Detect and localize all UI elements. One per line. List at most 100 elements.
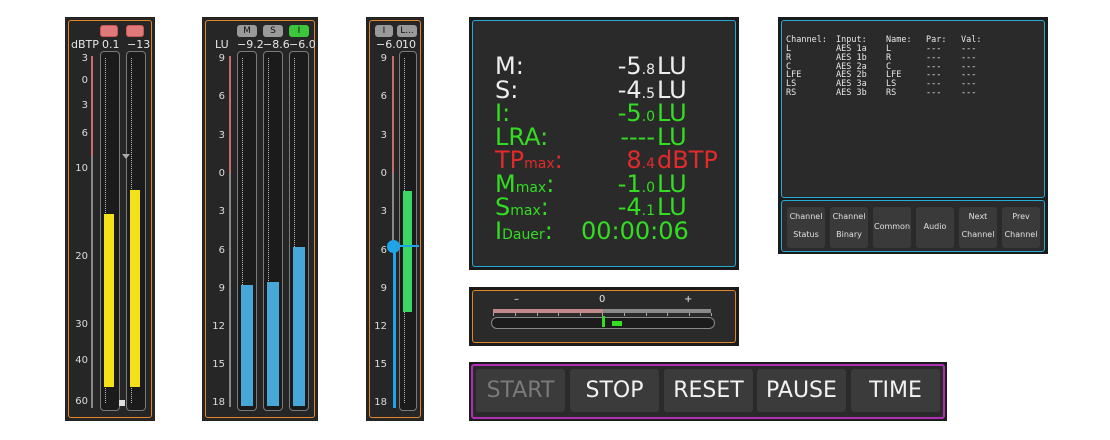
scale-tick-label: 12	[212, 321, 225, 332]
pause-button[interactable]: PAUSE	[757, 369, 846, 412]
i-value: −6.0	[376, 38, 403, 51]
button-label-line2: Channel	[961, 230, 995, 239]
channel-1-level-bar	[104, 214, 114, 387]
lra-button[interactable]: L...	[397, 25, 417, 37]
balance-tick	[623, 313, 625, 316]
momentary-button[interactable]: M	[237, 25, 257, 37]
table-cell: RS	[886, 88, 897, 98]
scale-tick-label: 40	[75, 355, 88, 366]
s-value: −8.6	[263, 38, 290, 51]
table-cell: AES 3b	[836, 88, 867, 98]
table-cell: RS	[786, 88, 797, 98]
button-label-line2: Channel	[1004, 230, 1038, 239]
clip-indicator	[119, 400, 125, 406]
stop-button[interactable]: STOP	[570, 369, 659, 412]
scale-tick-label: 12	[374, 321, 387, 332]
scale-tick-label: 15	[374, 359, 387, 370]
loudness-key: IDauer:	[495, 216, 553, 245]
button-label-line1: Channel	[832, 212, 866, 221]
button-label-line1: Channel	[789, 212, 823, 221]
scale-tick-label: 18	[212, 397, 225, 408]
peak-reset-button-2[interactable]	[126, 25, 144, 37]
balance-plus-label: +	[684, 294, 693, 305]
balance-tick	[493, 313, 494, 316]
scale-tick-label: 60	[75, 396, 88, 407]
lra-range-bar	[403, 191, 412, 312]
channel-info-display: Channel: Input: Name: Par: Val: L AES 1a L --- --…	[778, 17, 1048, 254]
loudness-display: M: -5.8 LU S: -4.5 LU I: -5.0 LU LRA: ---- LU TPmax:…	[469, 17, 739, 270]
integrated-marker-line	[395, 245, 419, 247]
transport-panel: START STOP RESET PAUSE TIME	[469, 362, 947, 421]
channel-view-button[interactable]: Audio	[916, 207, 954, 248]
marker-triangle	[122, 154, 130, 159]
integrated-button[interactable]: I	[375, 25, 393, 37]
reset-button[interactable]: RESET	[664, 369, 753, 412]
l-value: 10	[402, 38, 416, 51]
s-level-bar	[267, 282, 279, 406]
balance-tick	[645, 313, 647, 316]
loudness-row: IDauer: 00:00:06	[469, 217, 739, 247]
scale-tick-label: 9	[380, 283, 387, 294]
scale-tick-label: 3	[218, 206, 225, 217]
scale-tick-label: 10	[75, 163, 88, 174]
msi-meter-panel: M S I LU −9.2 −8.6 −6.0 9 6 3 0 3 6 9 12 15 18	[202, 17, 318, 421]
scale-tick-label: 6	[218, 245, 225, 256]
short-term-button[interactable]: S	[263, 25, 283, 37]
balance-zero-label: 0	[599, 294, 606, 305]
channel-view-button[interactable]: Channel Status	[787, 207, 825, 248]
scale-tick-label: 3	[380, 206, 387, 217]
balance-tick	[536, 313, 538, 316]
balance-minus-label: –	[514, 294, 519, 305]
integrated-level-line	[393, 249, 396, 408]
ch2-peak-value: −13	[127, 38, 151, 51]
loudness-value: 00:00:06	[581, 217, 689, 245]
balance-tick	[711, 313, 712, 316]
range-meter-panel: I L... −6.0 10 9 6 3 0 3 6 9 12 15 18	[366, 17, 424, 421]
i-value: −6.0	[289, 38, 316, 51]
scale-line	[229, 173, 231, 407]
button-label-line2: Binary	[836, 230, 862, 239]
channel-view-button[interactable]: Common	[873, 207, 911, 248]
unit-label: dBTP	[71, 38, 99, 51]
scale-line	[392, 173, 394, 249]
scale-tick-label: 6	[81, 128, 88, 139]
button-label-line1: Common	[873, 222, 911, 231]
true-peak-meter-panel: dBTP 0.1 −13 3 0 3 6 10 20 30 40 60	[65, 17, 155, 421]
start-button[interactable]: START	[476, 369, 565, 412]
button-label-line1: Next	[968, 212, 988, 221]
scale-tick-label: 9	[218, 283, 225, 294]
scale-line	[91, 156, 93, 408]
balance-tick	[580, 313, 582, 316]
above-target-zone	[392, 56, 394, 173]
above-target-zone	[229, 56, 231, 173]
scale-tick-label: 18	[374, 397, 387, 408]
scale-tick-label: 20	[75, 251, 88, 262]
unit-label: LU	[215, 38, 229, 51]
button-label-line1: Prev	[1012, 212, 1030, 221]
overload-zone	[91, 56, 93, 156]
balance-panel: – 0 +	[469, 287, 739, 346]
scale-tick-label: 0	[81, 75, 88, 86]
table-header: Channel:	[786, 35, 827, 45]
m-value: −9.2	[237, 38, 264, 51]
balance-tick	[689, 313, 691, 316]
m-level-bar	[241, 285, 253, 406]
scale-tick-label: 9	[218, 53, 225, 64]
channel-view-button[interactable]: Prev Channel	[1002, 207, 1040, 248]
scale-tick-label: 6	[218, 91, 225, 102]
peak-reset-button-1[interactable]	[100, 25, 118, 37]
integrated-button[interactable]: I	[289, 25, 309, 37]
scale-tick-label: 9	[380, 53, 387, 64]
time-button[interactable]: TIME	[851, 369, 940, 412]
scale-tick-label: 3	[81, 100, 88, 111]
scale-tick-label: 3	[218, 130, 225, 141]
channel-view-button[interactable]: Channel Binary	[830, 207, 868, 248]
i-level-bar	[293, 247, 305, 406]
channel-2-level-bar	[130, 190, 140, 387]
scale-tick-label: 0	[218, 168, 225, 179]
channel-view-button[interactable]: Next Channel	[959, 207, 997, 248]
ch1-peak-value: 0.1	[102, 38, 120, 51]
scale-tick-label: 3	[380, 130, 387, 141]
loudness-value-int: 00:00:06	[581, 216, 689, 245]
scale-tick-label: 30	[75, 319, 88, 330]
